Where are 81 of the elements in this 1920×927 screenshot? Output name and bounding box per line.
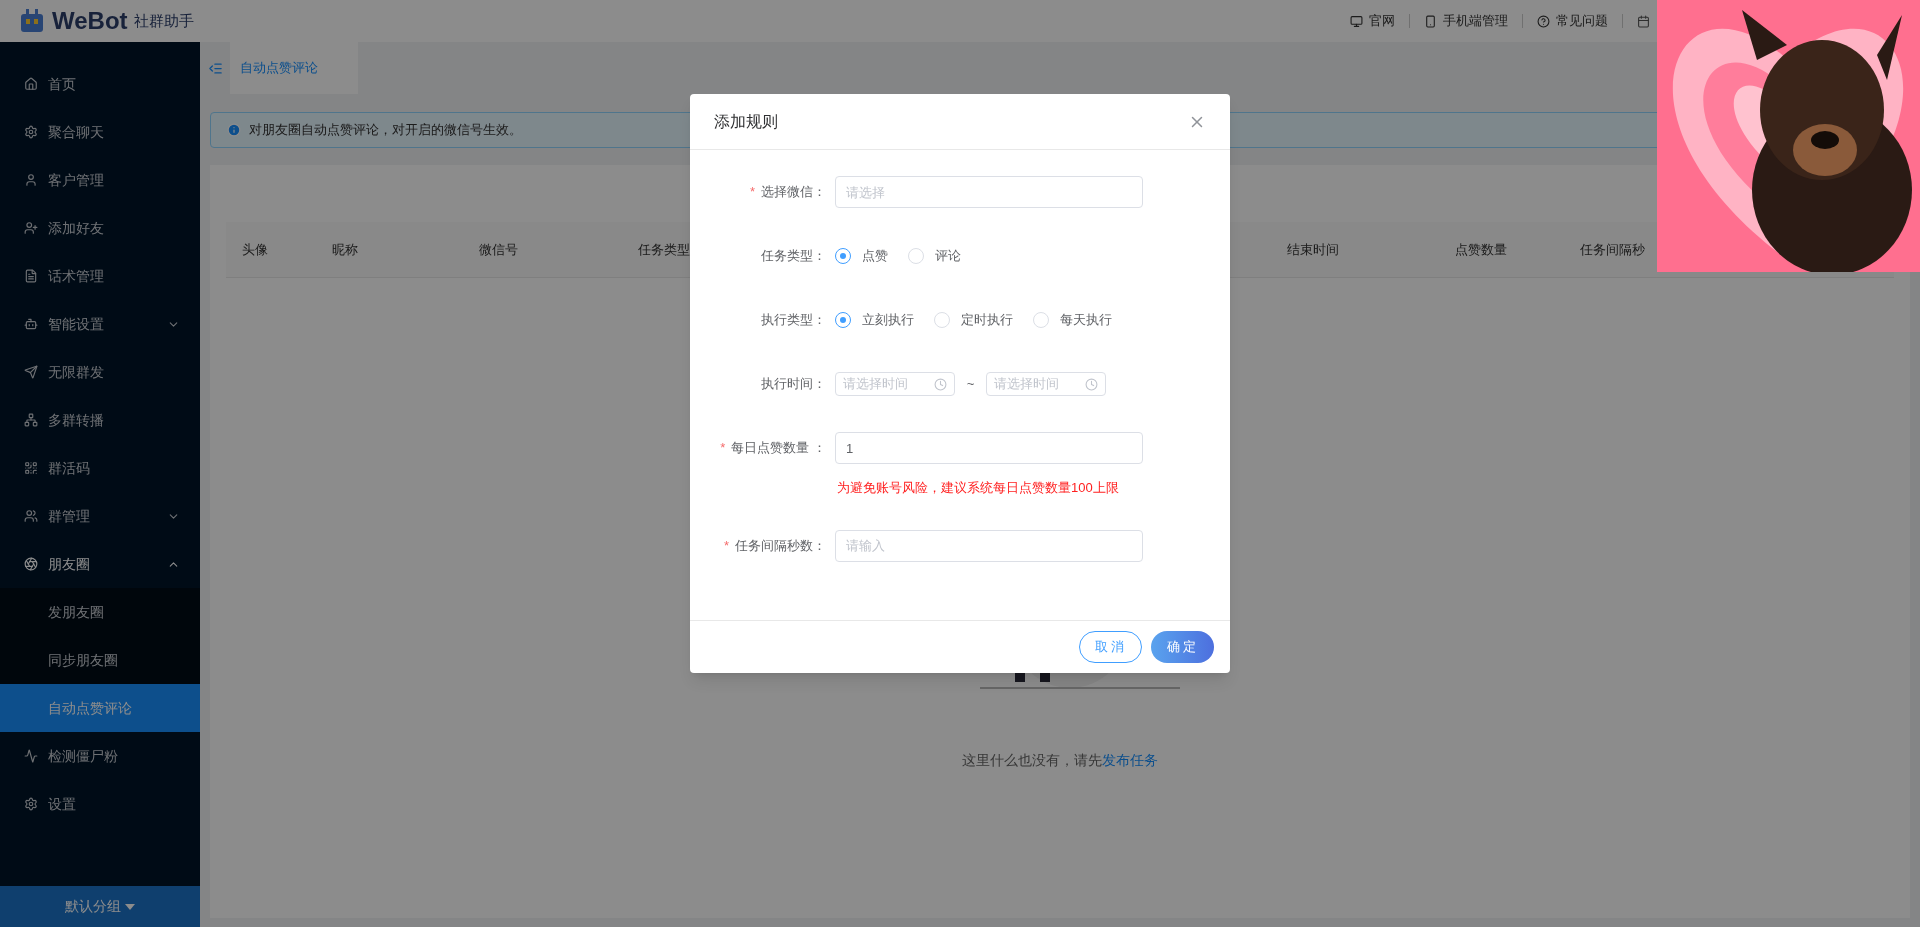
info-icon bbox=[227, 123, 241, 137]
required-mark: * bbox=[749, 183, 755, 202]
logo-subtitle: 社群助手 bbox=[133, 10, 194, 31]
menu-item[interactable]: 聚合聊天 bbox=[0, 108, 200, 156]
range-separator: ~ bbox=[965, 375, 976, 394]
aperture-icon bbox=[24, 557, 38, 571]
menu-item[interactable]: 智能设置 bbox=[0, 300, 200, 348]
field-label: 执行类型： bbox=[761, 311, 826, 330]
submenu-item[interactable]: 自动点赞评论 bbox=[0, 684, 200, 732]
field-label: 每日点赞数量 ： bbox=[731, 439, 826, 458]
menu-item[interactable]: 客户管理 bbox=[0, 156, 200, 204]
radio-label: 点赞 bbox=[862, 247, 888, 266]
dialog-title: 添加规则 bbox=[714, 111, 778, 132]
alert-text: 对朋友圈自动点赞评论，对开启的微信号生效。 bbox=[249, 121, 522, 140]
column-header: 任务间隔秒 bbox=[1580, 240, 1646, 259]
header-link[interactable]: 官网 bbox=[1336, 11, 1409, 31]
field-label: 选择微信： bbox=[761, 183, 826, 202]
empty-message: 这里什么也没有，请先发布任务 bbox=[962, 751, 1158, 770]
network-icon bbox=[24, 413, 38, 427]
time-placeholder: 请选择时间 bbox=[843, 375, 908, 394]
group-switch-button[interactable]: 默认分组 bbox=[0, 886, 200, 927]
input-field[interactable]: 1 bbox=[835, 432, 1143, 464]
column-header: 点赞数量 bbox=[1455, 240, 1508, 259]
warning-text: 为避免账号风险，建议系统每日点赞数量100上限 bbox=[837, 479, 1120, 497]
required-mark: * bbox=[723, 536, 729, 555]
menu-item[interactable]: 设置 bbox=[0, 780, 200, 828]
home-icon bbox=[24, 77, 38, 91]
select-field[interactable]: 请选择 bbox=[835, 176, 1143, 208]
caret-icon bbox=[125, 903, 135, 910]
menu-item[interactable]: 检测僵尸粉 bbox=[0, 732, 200, 780]
radio-button[interactable] bbox=[835, 312, 851, 328]
user-icon bbox=[24, 173, 38, 187]
time-placeholder: 请选择时间 bbox=[994, 375, 1059, 394]
radio-button[interactable] bbox=[835, 248, 851, 264]
confirm-button[interactable]: 确定 bbox=[1151, 631, 1214, 663]
menu-item[interactable]: 无限群发 bbox=[0, 348, 200, 396]
submenu-item[interactable]: 发朋友圈 bbox=[0, 588, 200, 636]
field-label: 执行时间： bbox=[761, 375, 826, 394]
monitor-icon bbox=[1350, 14, 1363, 28]
menu-item[interactable]: 群管理 bbox=[0, 492, 200, 540]
required-mark: * bbox=[720, 439, 726, 458]
cancel-button[interactable]: 取消 bbox=[1079, 631, 1142, 663]
clock-icon bbox=[934, 377, 947, 391]
menu-item[interactable]: 添加好友 bbox=[0, 204, 200, 252]
document-icon bbox=[24, 269, 38, 283]
activity-icon bbox=[24, 749, 38, 763]
column-header: 昵称 bbox=[332, 240, 359, 259]
submenu-item[interactable]: 同步朋友圈 bbox=[0, 636, 200, 684]
calendar-icon[interactable] bbox=[1637, 14, 1650, 28]
radio-label: 评论 bbox=[935, 247, 961, 266]
column-header: 结束时间 bbox=[1287, 240, 1340, 259]
logo-text: WeBot bbox=[52, 9, 128, 33]
menu-item[interactable]: 首页 bbox=[0, 60, 200, 108]
settings-icon bbox=[24, 797, 38, 811]
menu-item[interactable]: 话术管理 bbox=[0, 252, 200, 300]
header-link[interactable]: 手机端管理 bbox=[1410, 11, 1522, 31]
send-icon bbox=[24, 365, 38, 379]
radio-label: 立刻执行 bbox=[862, 311, 914, 330]
column-header: 微信号 bbox=[479, 240, 519, 259]
radio-label: 每天执行 bbox=[1060, 311, 1112, 330]
help-icon bbox=[1537, 14, 1550, 28]
input-field[interactable]: 请输入 bbox=[835, 529, 1143, 562]
menu-item[interactable]: 多群转播 bbox=[0, 396, 200, 444]
add-user-icon bbox=[24, 221, 38, 235]
menu-item[interactable]: 朋友圈 bbox=[0, 540, 200, 588]
field-label: 任务间隔秒数： bbox=[735, 536, 826, 555]
menu-item[interactable]: 群活码 bbox=[0, 444, 200, 492]
tab[interactable]: 自动点赞评论 bbox=[230, 42, 358, 94]
robot-logo-icon bbox=[18, 7, 46, 35]
robot-icon bbox=[24, 317, 38, 331]
gear-icon bbox=[24, 125, 38, 139]
users-icon bbox=[24, 509, 38, 523]
qr-code-icon bbox=[24, 461, 38, 475]
column-header: 头像 bbox=[242, 240, 269, 259]
clock-icon bbox=[1085, 377, 1098, 391]
radio-label: 定时执行 bbox=[961, 311, 1013, 330]
header-link[interactable]: 常见问题 bbox=[1523, 11, 1622, 31]
publish-task-link[interactable]: 发布任务 bbox=[1102, 752, 1158, 768]
phone-icon bbox=[1424, 14, 1437, 28]
field-label: 任务类型： bbox=[761, 247, 826, 266]
column-header: 任务类型 bbox=[638, 240, 691, 259]
